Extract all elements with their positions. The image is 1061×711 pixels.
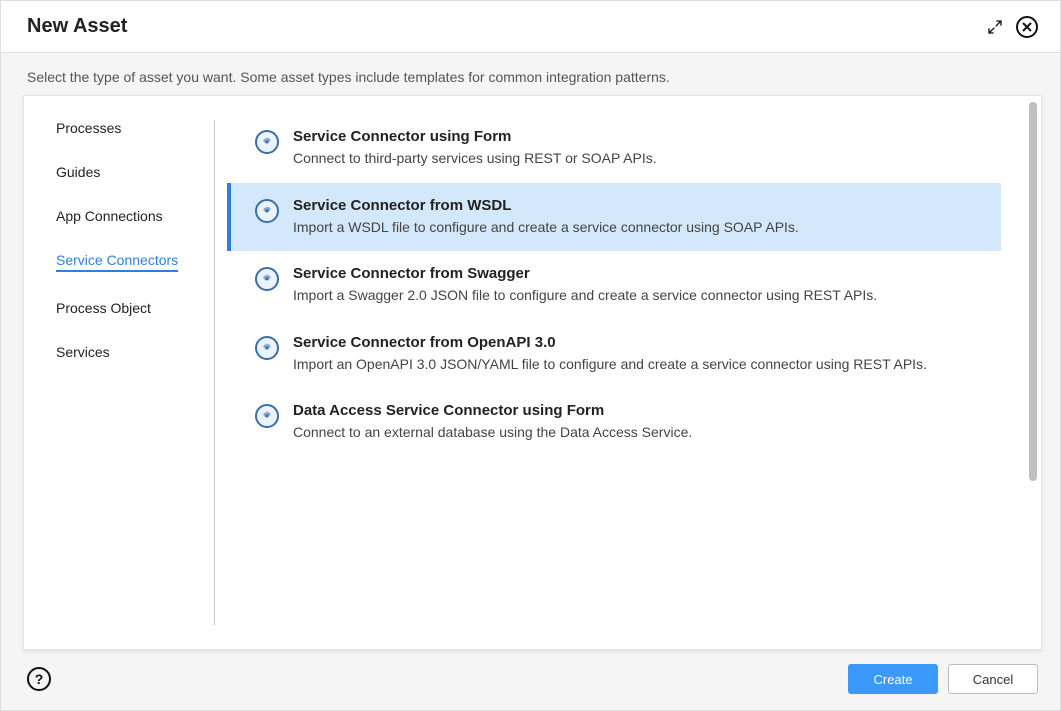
scrollbar-thumb[interactable]: [1029, 102, 1037, 481]
asset-type-sidebar: Processes Guides App Connections Service…: [24, 96, 214, 649]
close-icon[interactable]: [1016, 16, 1038, 38]
sidebar-item-services[interactable]: Services: [56, 344, 214, 360]
option-service-connector-wsdl[interactable]: Service Connector from WSDL Import a WSD…: [227, 183, 1001, 252]
vertical-separator: [214, 120, 215, 625]
option-desc: Import a WSDL file to configure and crea…: [293, 218, 981, 238]
maximize-icon[interactable]: [984, 16, 1006, 38]
option-data-access-service-connector[interactable]: Data Access Service Connector using Form…: [227, 388, 1001, 457]
option-title: Service Connector from OpenAPI 3.0: [293, 334, 981, 351]
option-desc: Connect to third-party services using RE…: [293, 149, 981, 169]
sidebar-item-service-connectors[interactable]: Service Connectors: [56, 252, 178, 272]
content: Processes Guides App Connections Service…: [1, 95, 1060, 650]
help-icon[interactable]: ?: [27, 667, 51, 691]
panel: Processes Guides App Connections Service…: [23, 95, 1042, 650]
gear-icon: [255, 199, 279, 223]
option-title: Service Connector from Swagger: [293, 265, 981, 282]
option-body: Service Connector from Swagger Import a …: [293, 265, 981, 306]
option-title: Service Connector using Form: [293, 128, 981, 145]
footer-buttons: Create Cancel: [848, 664, 1038, 694]
sidebar-item-process-object[interactable]: Process Object: [56, 300, 214, 316]
titlebar: New Asset: [1, 1, 1060, 53]
option-body: Data Access Service Connector using Form…: [293, 402, 981, 443]
gear-icon: [255, 336, 279, 360]
sidebar-item-guides[interactable]: Guides: [56, 164, 214, 180]
option-desc: Connect to an external database using th…: [293, 423, 981, 443]
gear-icon: [255, 130, 279, 154]
option-body: Service Connector from WSDL Import a WSD…: [293, 197, 981, 238]
option-title: Service Connector from WSDL: [293, 197, 981, 214]
dialog-footer: ? Create Cancel: [1, 650, 1060, 710]
option-service-connector-swagger[interactable]: Service Connector from Swagger Import a …: [227, 251, 1001, 320]
option-service-connector-form[interactable]: Service Connector using Form Connect to …: [227, 114, 1001, 183]
scrollbar[interactable]: [1029, 102, 1037, 643]
new-asset-dialog: New Asset Select the type of asset you w…: [0, 0, 1061, 711]
option-body: Service Connector using Form Connect to …: [293, 128, 981, 169]
sidebar-item-app-connections[interactable]: App Connections: [56, 208, 214, 224]
dialog-subtitle: Select the type of asset you want. Some …: [1, 53, 1060, 95]
option-desc: Import an OpenAPI 3.0 JSON/YAML file to …: [293, 355, 981, 375]
gear-icon: [255, 267, 279, 291]
sidebar-item-processes[interactable]: Processes: [56, 120, 214, 136]
dialog-title: New Asset: [27, 15, 127, 38]
option-title: Data Access Service Connector using Form: [293, 402, 981, 419]
option-desc: Import a Swagger 2.0 JSON file to config…: [293, 286, 981, 306]
gear-icon: [255, 404, 279, 428]
option-body: Service Connector from OpenAPI 3.0 Impor…: [293, 334, 981, 375]
cancel-button[interactable]: Cancel: [948, 664, 1038, 694]
option-service-connector-openapi[interactable]: Service Connector from OpenAPI 3.0 Impor…: [227, 320, 1001, 389]
titlebar-actions: [984, 16, 1038, 38]
connector-option-list: Service Connector using Form Connect to …: [227, 96, 1041, 649]
create-button[interactable]: Create: [848, 664, 938, 694]
